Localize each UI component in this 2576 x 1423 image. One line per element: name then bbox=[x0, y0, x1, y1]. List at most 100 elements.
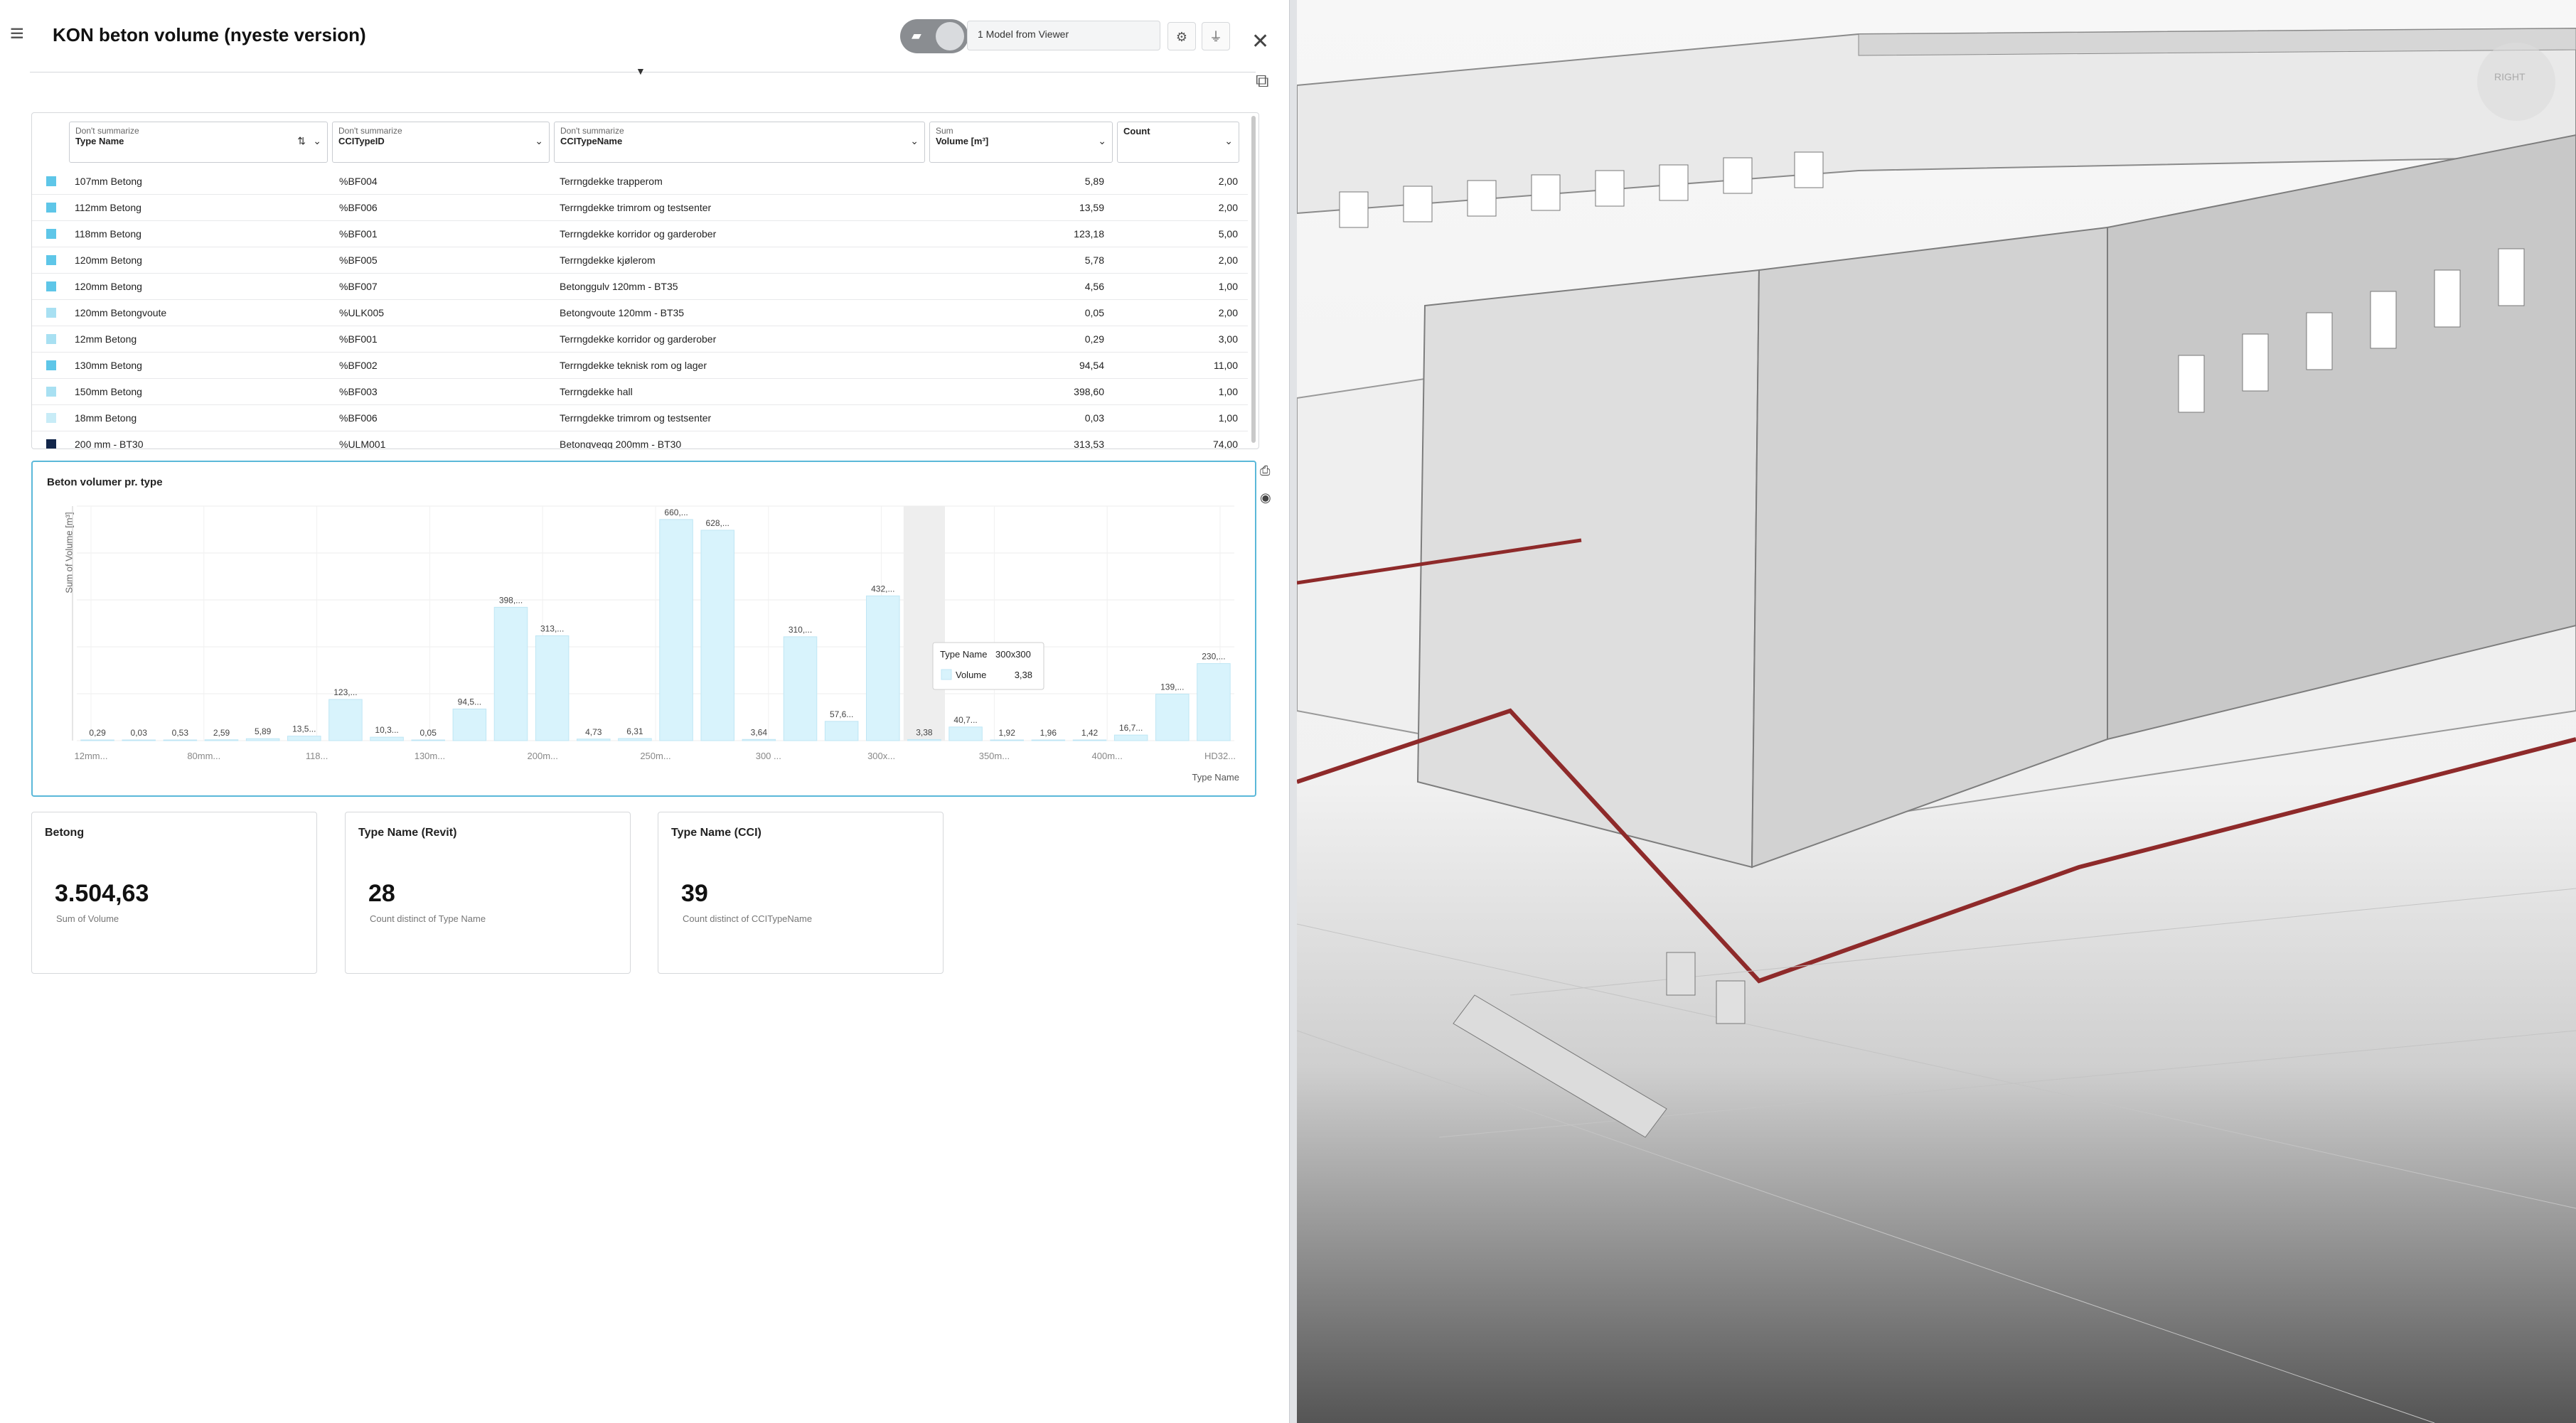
chart-bar bbox=[1197, 663, 1231, 741]
table-row[interactable]: 120mm Betongvoute %ULK005 Betongvoute 120m… bbox=[32, 300, 1248, 326]
export-icon[interactable]: ⎙ bbox=[1260, 463, 1270, 478]
bar-data-label: 432,... bbox=[871, 584, 894, 594]
cell-ccitypeid: %BF005 bbox=[339, 254, 378, 266]
table-row[interactable]: 130mm Betong %BF002 Terrngdekke teknisk ro… bbox=[32, 353, 1248, 379]
chart-bar bbox=[990, 739, 1024, 741]
chart-bar bbox=[328, 699, 363, 741]
column-ccitypename[interactable]: Don't summarize CCITypeName ⌄ bbox=[554, 122, 925, 163]
chart-bar bbox=[1155, 693, 1190, 741]
kpi-caption: Count distinct of CCITypeName bbox=[683, 913, 813, 924]
bar-data-label: 6,31 bbox=[626, 726, 643, 736]
column-label: CCITypeID bbox=[338, 136, 385, 146]
row-color-swatch bbox=[46, 387, 56, 397]
chart-bar bbox=[204, 739, 239, 741]
chart-bar bbox=[80, 739, 114, 741]
tooltip-swatch bbox=[941, 669, 952, 680]
chevron-down-icon[interactable]: ⌄ bbox=[535, 135, 543, 147]
chart-bar bbox=[452, 708, 487, 741]
chart-bar bbox=[1113, 734, 1148, 741]
filter-collapse-icon[interactable]: ▼ bbox=[636, 65, 646, 77]
table-row[interactable]: 112mm Betong %BF006 Terrngdekke trimrom og… bbox=[32, 195, 1248, 221]
cell-count: 2,00 bbox=[1218, 254, 1238, 266]
bar-data-label: 5,89 bbox=[255, 726, 272, 736]
column-type-name[interactable]: Don't summarize Type Name ⇅ ⌄ bbox=[69, 122, 328, 163]
chart-bar bbox=[742, 739, 776, 741]
bar-data-label: 10,3... bbox=[375, 725, 398, 735]
cell-ccitypeid: %ULM001 bbox=[339, 439, 386, 449]
chart-bar bbox=[163, 739, 198, 741]
column-volume[interactable]: Sum Volume [m³] ⌄ bbox=[929, 122, 1113, 163]
table-row[interactable]: 118mm Betong %BF001 Terrngdekke korridor o… bbox=[32, 221, 1248, 247]
cell-ccitypeid: %BF006 bbox=[339, 412, 378, 424]
model-selector[interactable]: 1 Model from Viewer bbox=[967, 21, 1160, 50]
tooltip-measure-value: 3,38 bbox=[1015, 670, 1032, 680]
chart-bar bbox=[618, 738, 652, 741]
column-label: Volume [m³] bbox=[936, 136, 989, 146]
kpi-value: 3.504,63 bbox=[55, 880, 149, 907]
table-row[interactable]: 150mm Betong %BF003 Terrngdekke hall 398,60… bbox=[32, 379, 1248, 405]
cell-ccitypename: Betongvoute 120mm - BT35 bbox=[560, 307, 685, 318]
cell-ccitypename: Terrngdekke trimrom og testsenter bbox=[560, 202, 712, 213]
bar-data-label: 0,05 bbox=[420, 728, 437, 738]
chevron-down-icon[interactable]: ⌄ bbox=[1224, 135, 1233, 147]
bar-data-label: 660,... bbox=[664, 508, 688, 517]
bar-data-label: 0,03 bbox=[131, 728, 148, 738]
cell-count: 1,00 bbox=[1218, 386, 1238, 397]
table-row[interactable]: 120mm Betong %BF005 Terrngdekke kjølerom 5,… bbox=[32, 247, 1248, 274]
kpi-card-betong: Betong 3.504,63 Sum of Volume bbox=[31, 812, 317, 974]
table-row[interactable]: 200 mm - BT30 %ULM001 Betongvegg 200mm - B… bbox=[32, 431, 1248, 449]
bar-data-label: 313,... bbox=[540, 623, 564, 633]
view-cube[interactable]: RIGHT bbox=[2477, 43, 2555, 121]
chevron-down-icon[interactable]: ⌄ bbox=[313, 135, 321, 147]
cell-ccitypeid: %BF001 bbox=[339, 333, 378, 345]
table-row[interactable]: 120mm Betong %BF007 Betonggulv 120mm - BT3… bbox=[32, 274, 1248, 300]
chart-bar bbox=[1031, 739, 1066, 741]
menu-icon[interactable]: ≡ bbox=[10, 21, 24, 45]
chart-bar bbox=[493, 606, 528, 741]
chevron-down-icon[interactable]: ⌄ bbox=[910, 135, 919, 147]
chart-bar bbox=[948, 726, 983, 741]
cell-count: 2,00 bbox=[1218, 307, 1238, 318]
x-tick-label: 118... bbox=[306, 751, 328, 761]
building-model bbox=[1297, 27, 2576, 1423]
cell-count: 3,00 bbox=[1218, 333, 1238, 345]
column-count[interactable]: Count ⌄ bbox=[1117, 122, 1239, 163]
cell-volume: 5,89 bbox=[1084, 176, 1104, 187]
cell-ccitypename: Terrngdekke korridor og garderober bbox=[560, 228, 717, 240]
palette-icon[interactable]: ◉ bbox=[1260, 490, 1271, 505]
cell-ccitypename: Betonggulv 120mm - BT35 bbox=[560, 281, 678, 292]
close-icon[interactable]: ✕ bbox=[1251, 31, 1269, 53]
cell-volume: 0,05 bbox=[1084, 307, 1104, 318]
kpi-value: 28 bbox=[368, 880, 395, 907]
cell-type-name: 107mm Betong bbox=[75, 176, 142, 187]
cubes-icon[interactable]: ⚙ bbox=[1167, 22, 1196, 50]
chart-bar bbox=[122, 739, 156, 741]
bar-data-label: 139,... bbox=[1160, 682, 1184, 692]
sort-icon[interactable]: ⇅ bbox=[297, 135, 306, 147]
kpi-title: Betong bbox=[45, 827, 85, 839]
cell-ccitypeid: %BF002 bbox=[339, 360, 378, 371]
row-color-swatch bbox=[46, 229, 56, 239]
cell-type-name: 120mm Betongvoute bbox=[75, 307, 167, 318]
chart-bar bbox=[866, 595, 900, 741]
filter-clear-icon[interactable]: ⏚ bbox=[1202, 22, 1230, 50]
row-color-swatch bbox=[46, 334, 56, 344]
data-table: Don't summarize Type Name ⇅ ⌄ Don't summ… bbox=[31, 112, 1259, 449]
table-row[interactable]: 107mm Betong %BF004 Terrngdekke trapperom 5… bbox=[32, 168, 1248, 195]
viewer-toggle[interactable]: ▰ bbox=[900, 19, 968, 53]
bar-data-label: 94,5... bbox=[458, 697, 481, 707]
bar-data-label: 628,... bbox=[706, 518, 729, 528]
bar-data-label: 16,7... bbox=[1119, 723, 1143, 733]
popout-icon[interactable]: ⧉ bbox=[1256, 70, 1269, 92]
cell-volume: 313,53 bbox=[1074, 439, 1104, 449]
cell-ccitypename: Terrngdekke teknisk rom og lager bbox=[560, 360, 707, 371]
table-row[interactable]: 18mm Betong %BF006 Terrngdekke trimrom og … bbox=[32, 405, 1248, 431]
3d-viewer[interactable]: RIGHT ◫ ⌂ ▤ ▼ ◕ ⚭ ☰ ◔ ✎ ◙ ✎ ⬒ ⊘ ◼ ⬚ ✂ ❐ … bbox=[1297, 0, 2576, 1423]
bar-data-label: 310,... bbox=[789, 625, 812, 635]
column-label: CCITypeName bbox=[560, 136, 623, 146]
chevron-down-icon[interactable]: ⌄ bbox=[1098, 135, 1106, 147]
table-scrollbar[interactable] bbox=[1251, 116, 1256, 443]
cell-count: 1,00 bbox=[1218, 412, 1238, 424]
table-row[interactable]: 12mm Betong %BF001 Terrngdekke korridor og… bbox=[32, 326, 1248, 353]
column-ccitypeid[interactable]: Don't summarize CCITypeID ⌄ bbox=[332, 122, 550, 163]
